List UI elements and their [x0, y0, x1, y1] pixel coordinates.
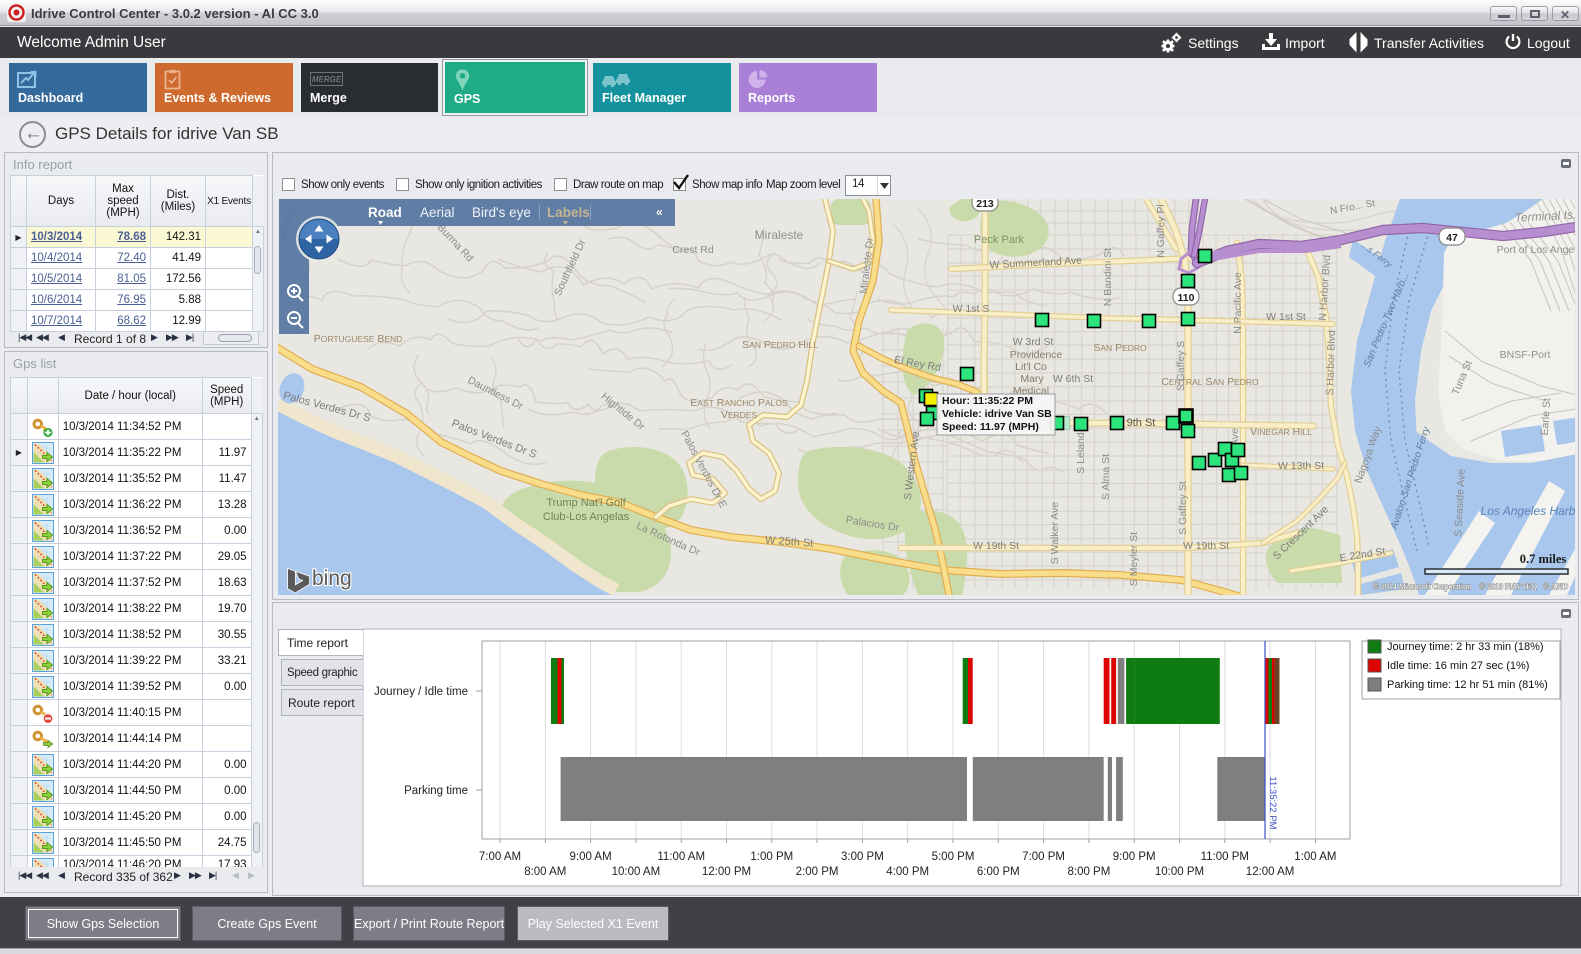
svg-text:W 6th St: W 6th St	[1053, 373, 1093, 385]
svg-text:3:00 PM: 3:00 PM	[841, 851, 884, 863]
svg-text:S Harbor Blvd: S Harbor Blvd	[1324, 330, 1338, 396]
svg-text:8:00 AM: 8:00 AM	[524, 866, 566, 878]
svg-text:1:00 PM: 1:00 PM	[750, 851, 793, 863]
svg-text:W 3rd St: W 3rd St	[1013, 336, 1054, 348]
svg-text:Bird's eye: Bird's eye	[472, 205, 531, 220]
svg-text:Road: Road	[368, 205, 402, 220]
svg-text:7:00 AM: 7:00 AM	[479, 851, 521, 863]
svg-text:11:00 PM: 11:00 PM	[1201, 851, 1249, 863]
svg-text:W 1st St: W 1st St	[1266, 311, 1306, 323]
svg-text:110: 110	[1178, 292, 1195, 304]
svg-text:MERGE: MERGE	[312, 75, 342, 84]
svg-text:N Pacific Ave: N Pacific Ave	[1232, 272, 1244, 334]
svg-text:S Walker Ave: S Walker Ave	[1049, 502, 1061, 565]
svg-text:Vehicle: idrive Van SB: Vehicle: idrive Van SB	[942, 408, 1052, 420]
svg-text:S Gaffey St: S Gaffey St	[1177, 481, 1189, 535]
svg-text:10:00 AM: 10:00 AM	[612, 866, 661, 878]
svg-text:Mary: Mary	[1020, 373, 1044, 385]
svg-text:213: 213	[976, 199, 994, 210]
svg-text:SAN PEDRO HILL: SAN PEDRO HILL	[742, 339, 818, 351]
svg-text:Labels: Labels	[547, 205, 590, 220]
svg-text:VINEGAR HILL: VINEGAR HILL	[1250, 426, 1312, 438]
svg-text:Lit'l Co: Lit'l Co	[1015, 361, 1047, 373]
svg-text:Los Angeles Harb...: Los Angeles Harb...	[1481, 504, 1575, 518]
svg-text:Peck Park: Peck Park	[974, 234, 1025, 246]
svg-text:11:00 AM: 11:00 AM	[657, 851, 705, 863]
svg-text:9:00 PM: 9:00 PM	[1113, 851, 1156, 863]
svg-text:10:00 PM: 10:00 PM	[1155, 866, 1204, 878]
svg-text:N Gaffey Pl: N Gaffey Pl	[1155, 204, 1167, 258]
svg-text:Miraleste: Miraleste	[755, 228, 804, 242]
svg-text:PORTUGUESE BEND: PORTUGUESE BEND	[314, 333, 403, 345]
svg-text:6:00 PM: 6:00 PM	[977, 866, 1020, 878]
svg-text:47: 47	[1446, 232, 1458, 244]
svg-text:Port of Los Angel...: Port of Los Angel...	[1497, 244, 1575, 256]
svg-text:S Meyler St: S Meyler St	[1128, 532, 1140, 586]
svg-text:11:35:22 PM: 11:35:22 PM	[1267, 776, 1278, 829]
svg-text:SAN PEDRO: SAN PEDRO	[1093, 342, 1147, 354]
svg-text:Parking time: 12 hr 51 min (81: Parking time: 12 hr 51 min (81%)	[1387, 679, 1548, 691]
svg-text:© 2014 Microsoft Corporation: © 2014 Microsoft Corporation © 2010 NAVT…	[1373, 582, 1568, 591]
svg-text:4:00 PM: 4:00 PM	[886, 866, 929, 878]
svg-text:2:00 PM: 2:00 PM	[796, 866, 839, 878]
svg-text:8:00 PM: 8:00 PM	[1067, 866, 1110, 878]
svg-text:Journey / Idle time: Journey / Idle time	[374, 686, 468, 698]
svg-text:W 1st S: W 1st S	[953, 303, 990, 315]
svg-text:Hour: 11:35:22 PM: Hour: 11:35:22 PM	[942, 395, 1033, 407]
svg-text:W 19th St: W 19th St	[973, 540, 1019, 552]
svg-text:W 13th St: W 13th St	[1278, 460, 1324, 472]
svg-text:Parking time: Parking time	[404, 785, 468, 797]
svg-text:W 19th St: W 19th St	[1183, 540, 1229, 552]
svg-text:EAST RANCHO PALOS: EAST RANCHO PALOS	[690, 397, 788, 409]
svg-text:N Bandini St: N Bandini St	[1102, 248, 1114, 306]
svg-text:S Leland: S Leland	[1075, 432, 1087, 474]
svg-text:5:00 PM: 5:00 PM	[932, 851, 975, 863]
svg-text:Speed: 11.97 (MPH): Speed: 11.97 (MPH)	[942, 421, 1039, 433]
svg-text:Trump Nat'l Golf: Trump Nat'l Golf	[546, 497, 626, 509]
svg-text:9th St: 9th St	[1127, 417, 1156, 429]
svg-text:bing: bing	[312, 567, 352, 590]
svg-text:Aerial: Aerial	[420, 205, 455, 220]
svg-text:S Alma St: S Alma St	[1100, 454, 1112, 500]
svg-text:Journey time: 2 hr 33 min (18%: Journey time: 2 hr 33 min (18%)	[1387, 641, 1544, 653]
svg-text:BNSF-Port: BNSF-Port	[1500, 349, 1551, 361]
svg-text:0.7 miles: 0.7 miles	[1520, 552, 1567, 566]
svg-text:12:00 PM: 12:00 PM	[702, 866, 751, 878]
svg-text:Providence: Providence	[1010, 349, 1063, 361]
svg-text:1:00 AM: 1:00 AM	[1294, 851, 1336, 863]
svg-text:9:00 AM: 9:00 AM	[569, 851, 611, 863]
svg-text:Club-Los Angelas: Club-Los Angelas	[543, 511, 630, 523]
svg-text:Idle time: 16 min 27 sec (1%): Idle time: 16 min 27 sec (1%)	[1387, 660, 1529, 672]
svg-text:Crest Rd: Crest Rd	[672, 244, 714, 256]
svg-text:7:00 PM: 7:00 PM	[1022, 851, 1065, 863]
svg-text:S Gaffey S: S Gaffey S	[1175, 341, 1187, 392]
svg-text:12:00 AM: 12:00 AM	[1246, 866, 1295, 878]
svg-text:«: «	[656, 205, 666, 219]
svg-text:VERDES: VERDES	[721, 409, 758, 421]
